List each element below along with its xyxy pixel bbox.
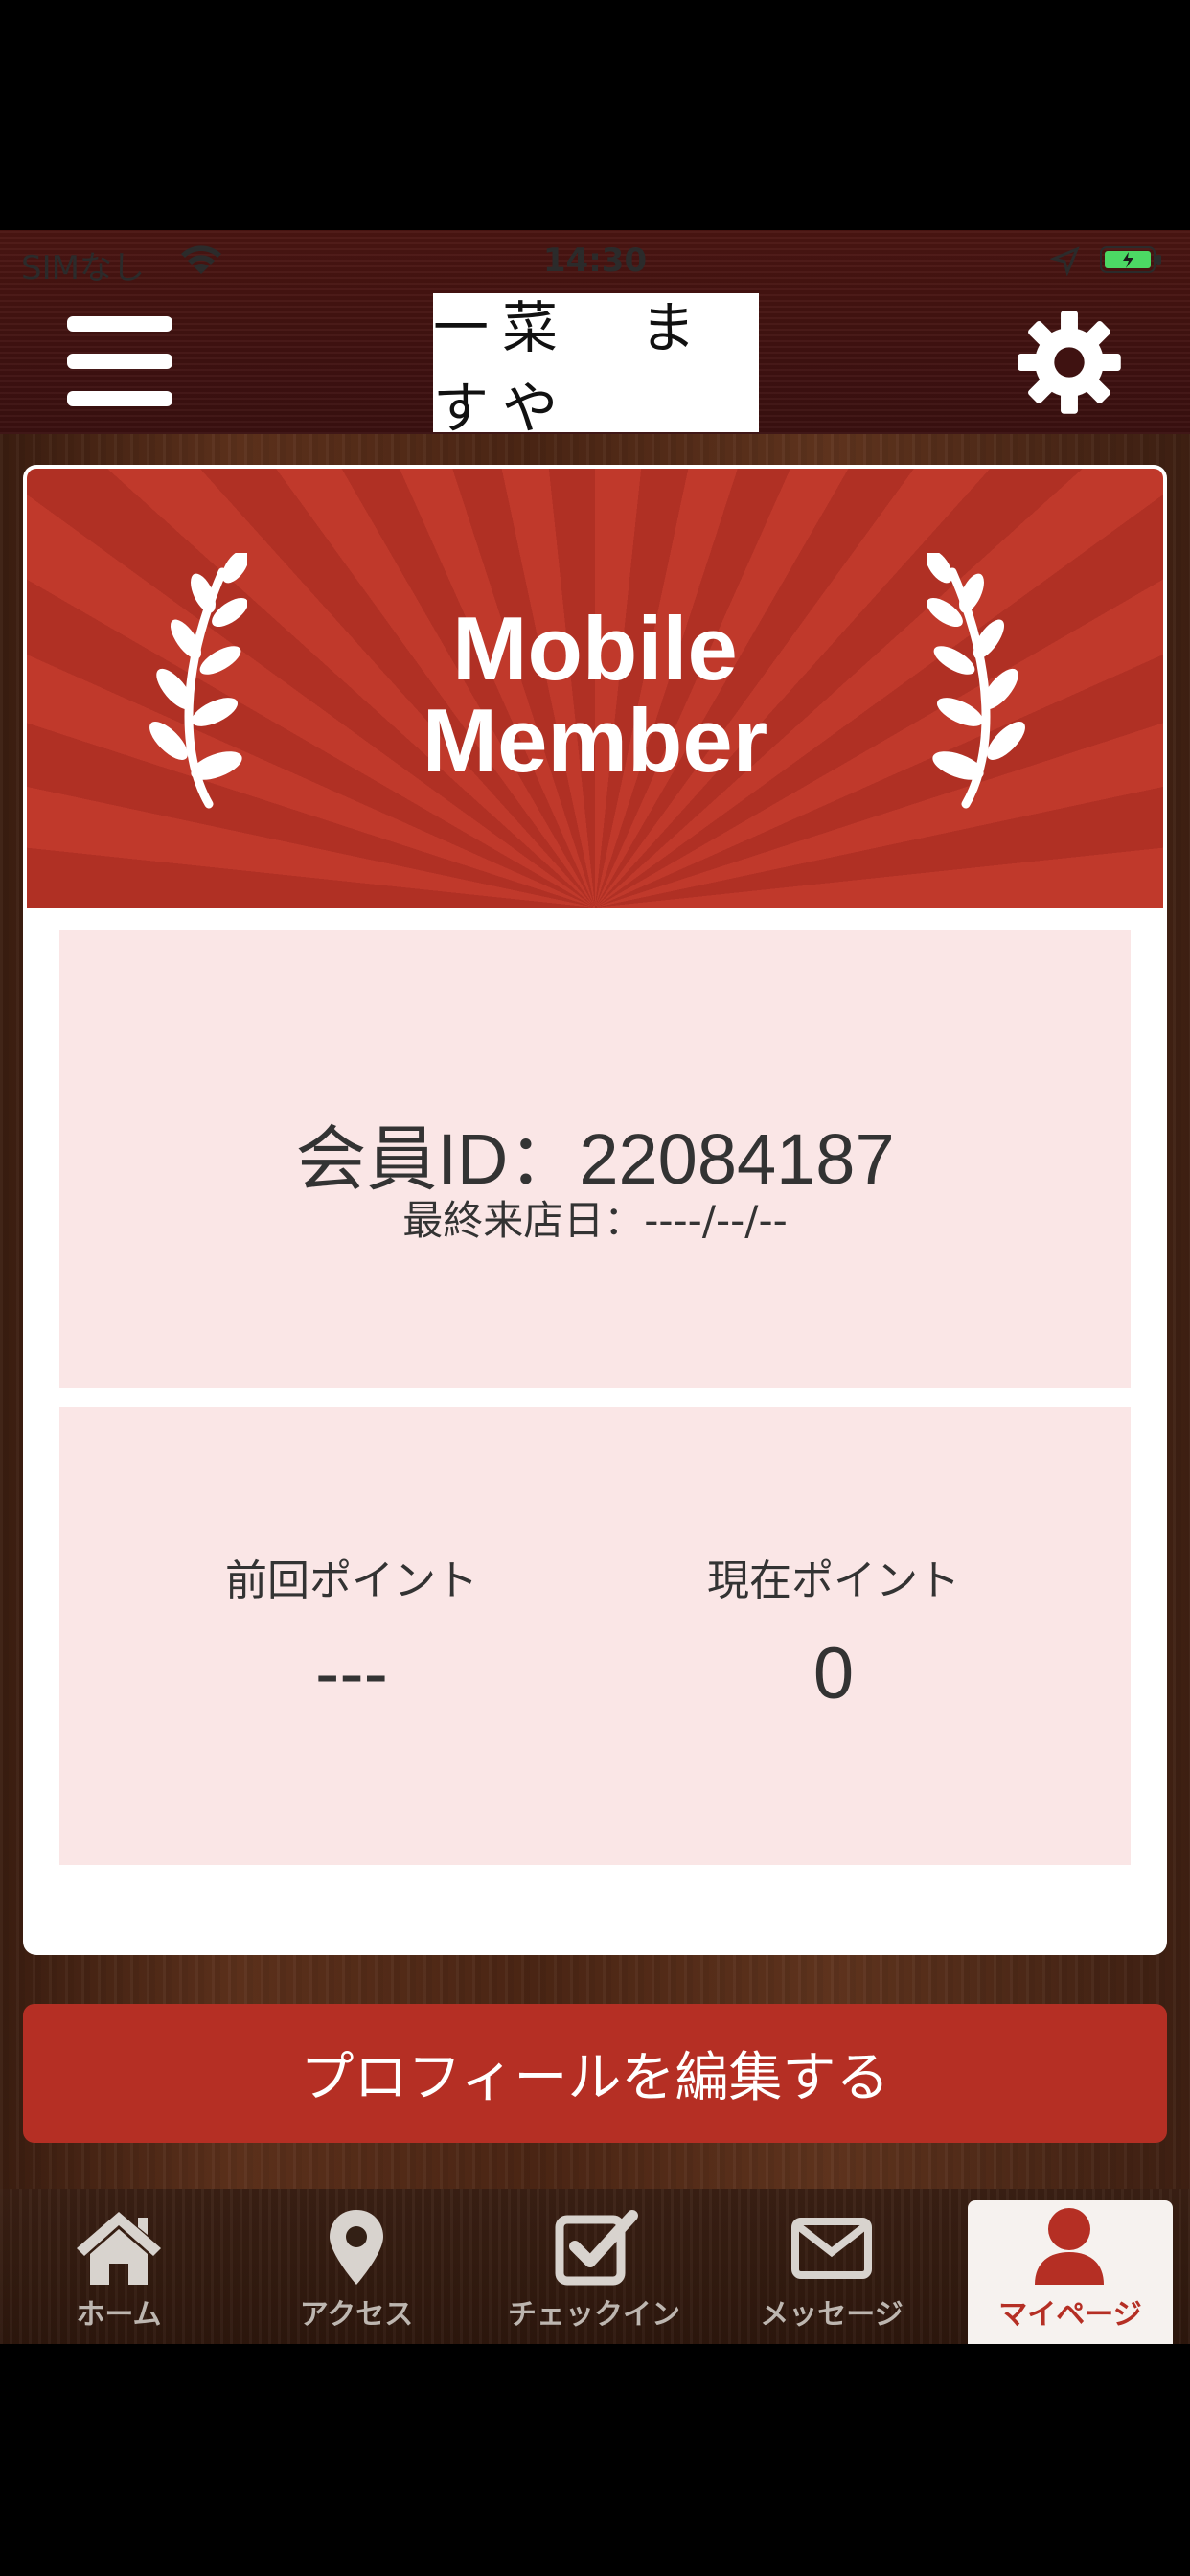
location-arrow-icon: [1050, 246, 1080, 276]
points-panel: 前回ポイント --- 現在ポイント 0: [59, 1407, 1131, 1865]
member-card: Mobile Member 会員ID：22084187 最終来店日：----/-…: [23, 465, 1167, 1955]
home-icon: [77, 2212, 161, 2285]
previous-points: 前回ポイント ---: [112, 1546, 591, 1715]
last-visit-date: 最終来店日：----/--/--: [402, 1197, 788, 1244]
bottom-tab-bar: ホーム アクセス チェックイン メッセージ マイページ: [0, 2189, 1190, 2344]
app-screen: SIMなし 14:30 一菜 ますや Mobile Member 会員ID：22…: [0, 230, 1190, 2344]
tab-messages[interactable]: メッセージ: [713, 2189, 950, 2344]
previous-points-value: ---: [315, 1633, 388, 1714]
gear-icon[interactable]: [1016, 309, 1123, 416]
member-banner: Mobile Member: [27, 469, 1163, 908]
tab-label: メッセージ: [760, 2298, 904, 2332]
edit-profile-label: プロフィールを編集する: [300, 2047, 890, 2109]
tab-label: チェックイン: [508, 2298, 680, 2332]
map-pin-icon: [330, 2210, 383, 2285]
current-points-value: 0: [812, 1633, 855, 1714]
hamburger-menu-button[interactable]: [67, 316, 172, 406]
laurel-icon: [927, 553, 1025, 809]
clock: 14:30: [542, 242, 648, 280]
tab-access[interactable]: アクセス: [238, 2189, 475, 2344]
user-icon: [1035, 2208, 1104, 2285]
member-id-panel: 会員ID：22084187 最終来店日：----/--/--: [59, 930, 1131, 1388]
tab-label: マイページ: [998, 2298, 1142, 2332]
current-points: 現在ポイント 0: [594, 1546, 1073, 1715]
status-bar: SIMなし 14:30: [0, 230, 1190, 288]
checkin-icon: [555, 2210, 638, 2286]
tab-checkin[interactable]: チェックイン: [475, 2189, 713, 2344]
tab-mypage[interactable]: マイページ: [968, 2200, 1173, 2344]
store-logo: 一菜 ますや: [433, 293, 759, 441]
envelope-icon: [791, 2218, 872, 2279]
edit-profile-button[interactable]: プロフィールを編集する: [23, 2004, 1167, 2143]
store-logo-text: 一菜 ますや: [433, 294, 710, 441]
tab-label: アクセス: [299, 2298, 414, 2332]
battery-icon: [1100, 246, 1161, 273]
previous-points-label: 前回ポイント: [225, 1556, 478, 1605]
tab-label: ホーム: [76, 2298, 162, 2332]
top-header: SIMなし 14:30 一菜 ますや: [0, 230, 1190, 441]
tab-home[interactable]: ホーム: [0, 2189, 238, 2344]
current-points-label: 現在ポイント: [707, 1556, 960, 1605]
